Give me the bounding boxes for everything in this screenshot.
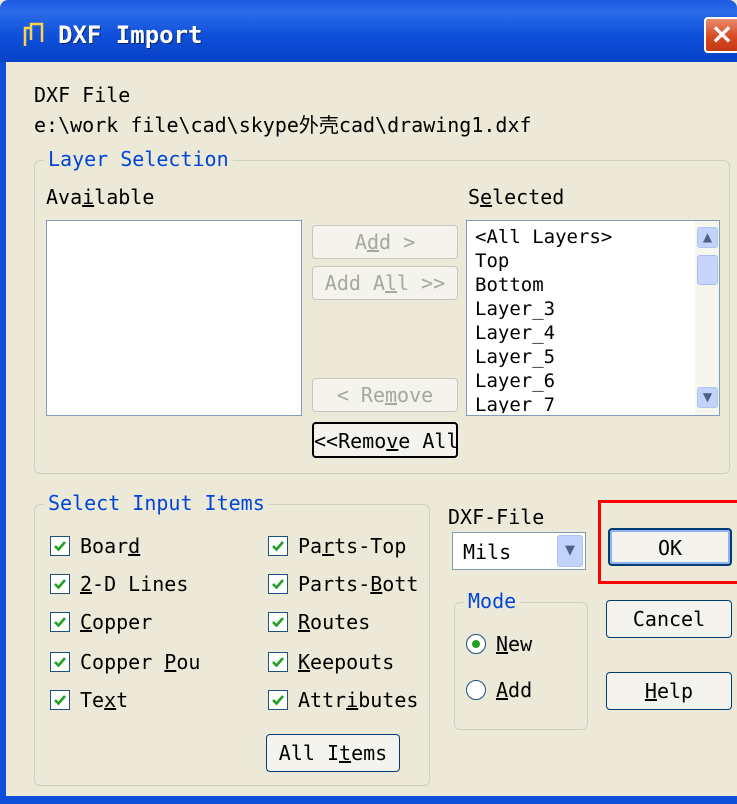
check-icon bbox=[54, 657, 66, 668]
layer-selection-legend: Layer Selection bbox=[44, 148, 233, 170]
selected-layers-list[interactable]: <All Layers> Top Bottom Layer_3 Layer_4 … bbox=[466, 220, 720, 416]
check-icon bbox=[54, 579, 66, 590]
parts-top-label: Parts-Top bbox=[298, 534, 407, 558]
window-title: DXF Import bbox=[58, 21, 203, 49]
parts-bottom-checkbox[interactable] bbox=[268, 574, 288, 594]
check-icon bbox=[54, 541, 66, 552]
list-item[interactable]: Layer_7 bbox=[475, 393, 555, 413]
check-icon bbox=[54, 617, 66, 628]
selected-list-scrollbar[interactable]: ▲ ▼ bbox=[695, 221, 719, 415]
units-select[interactable]: Mils ▼ bbox=[452, 532, 586, 570]
dxf-units-label: DXF-File bbox=[448, 505, 545, 529]
list-item[interactable]: Layer_6 bbox=[475, 369, 555, 393]
available-layers-list[interactable] bbox=[46, 220, 302, 416]
mode-add-radio[interactable] bbox=[466, 680, 486, 700]
attributes-checkbox[interactable] bbox=[268, 690, 288, 710]
window-frame-left bbox=[0, 62, 6, 804]
units-select-value: Mils bbox=[463, 540, 512, 564]
available-label: Available bbox=[46, 185, 155, 209]
copper-pour-label: Copper Pou bbox=[80, 650, 201, 674]
copper-checkbox[interactable] bbox=[50, 612, 70, 632]
close-icon: × bbox=[710, 17, 734, 50]
help-button[interactable]: Help bbox=[606, 672, 732, 710]
text-label: Text bbox=[80, 688, 129, 712]
parts-top-checkbox[interactable] bbox=[268, 536, 288, 556]
copper-pour-checkbox[interactable] bbox=[50, 652, 70, 672]
window-frame-bottom bbox=[0, 796, 737, 804]
mode-new-label: New bbox=[496, 632, 533, 656]
check-icon bbox=[272, 657, 284, 668]
mode-new-radio[interactable] bbox=[466, 634, 486, 654]
dxf-file-path: e:\work file\cad\skype外壳cad\drawing1.dxf bbox=[34, 113, 532, 137]
list-item[interactable]: <All Layers> bbox=[475, 225, 612, 249]
copper-label: Copper bbox=[80, 610, 153, 634]
add-all-button[interactable]: Add All >> bbox=[312, 266, 458, 300]
2d-lines-checkbox[interactable] bbox=[50, 574, 70, 594]
close-button[interactable]: × bbox=[704, 17, 737, 53]
board-checkbox[interactable] bbox=[50, 536, 70, 556]
list-item[interactable]: Layer_4 bbox=[475, 321, 555, 345]
2d-lines-label: 2-D Lines bbox=[80, 572, 189, 596]
board-label: Board bbox=[80, 534, 141, 558]
list-item[interactable]: Layer_5 bbox=[475, 345, 555, 369]
keepouts-label: Keepouts bbox=[298, 650, 395, 674]
routes-checkbox[interactable] bbox=[268, 612, 288, 632]
scroll-thumb[interactable] bbox=[697, 255, 718, 285]
cancel-button[interactable]: Cancel bbox=[606, 600, 732, 638]
mode-add-label: Add bbox=[496, 678, 533, 702]
check-icon bbox=[54, 695, 66, 706]
check-icon bbox=[272, 617, 284, 628]
selected-label: Selected bbox=[468, 185, 565, 209]
remove-all-button[interactable]: <<Remove All bbox=[312, 422, 459, 458]
title-bar[interactable]: DXF Import × bbox=[0, 0, 737, 62]
mode-legend: Mode bbox=[464, 590, 521, 612]
routes-label: Routes bbox=[298, 610, 371, 634]
list-item[interactable]: Top bbox=[475, 249, 509, 273]
list-item[interactable]: Bottom bbox=[475, 273, 544, 297]
all-items-button[interactable]: All Items bbox=[266, 734, 400, 772]
ok-highlight-box bbox=[598, 500, 737, 584]
dxf-file-label: DXF File bbox=[34, 83, 131, 107]
check-icon bbox=[272, 695, 284, 706]
remove-button[interactable]: < Remove bbox=[312, 378, 458, 412]
app-icon bbox=[23, 22, 44, 46]
keepouts-checkbox[interactable] bbox=[268, 652, 288, 672]
text-checkbox[interactable] bbox=[50, 690, 70, 710]
mode-group bbox=[454, 602, 588, 730]
chevron-down-icon[interactable]: ▼ bbox=[557, 535, 583, 567]
check-icon bbox=[272, 541, 284, 552]
parts-bottom-label: Parts-Bott bbox=[298, 572, 419, 596]
scroll-down-icon[interactable]: ▼ bbox=[697, 387, 718, 408]
add-button[interactable]: Add > bbox=[312, 225, 458, 259]
list-item[interactable]: Layer_3 bbox=[475, 297, 555, 321]
check-icon bbox=[272, 579, 284, 590]
scroll-up-icon[interactable]: ▲ bbox=[697, 227, 718, 248]
input-items-legend: Select Input Items bbox=[44, 492, 269, 514]
attributes-label: Attributes bbox=[298, 688, 419, 712]
dxf-import-dialog: DXF Import × DXF File e:\work file\cad\s… bbox=[0, 0, 737, 804]
